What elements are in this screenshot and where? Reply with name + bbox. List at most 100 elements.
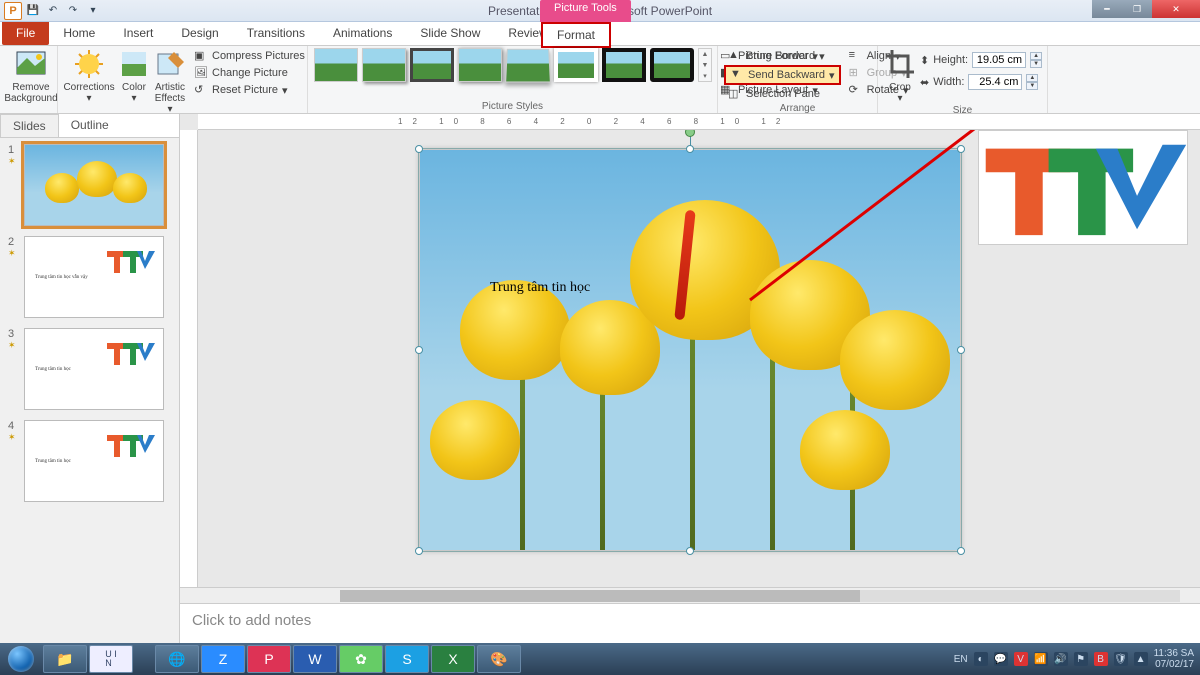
height-row: ⬍ Height: ▲▼ <box>920 52 1042 68</box>
width-icon: ⬌ <box>920 76 929 89</box>
group-adjust: Corrections▾ Color▾ Artistic Effects▾ ▣C… <box>58 46 308 113</box>
taskbar-word[interactable]: W <box>293 645 337 673</box>
taskbar-unikey[interactable]: U IN <box>89 645 133 673</box>
tab-file[interactable]: File <box>2 22 49 45</box>
save-icon[interactable]: 💾 <box>24 2 42 20</box>
reset-picture-button[interactable]: ↺Reset Picture▾ <box>190 82 309 98</box>
redo-icon[interactable]: ↷ <box>64 2 82 20</box>
bring-forward-icon: ▲ <box>728 49 742 63</box>
tray-icon[interactable]: B <box>1094 652 1108 666</box>
animation-star-icon: ✶ <box>8 340 18 351</box>
height-spinner[interactable]: ▲▼ <box>1030 52 1042 68</box>
taskbar-paint[interactable]: 🎨 <box>477 645 521 673</box>
width-input[interactable] <box>968 74 1022 90</box>
outline-tab[interactable]: Outline <box>59 114 121 137</box>
ribbon: Remove Background Corrections▾ Color▾ Ar… <box>0 46 1200 114</box>
height-input[interactable] <box>972 52 1026 68</box>
taskbar-skype[interactable]: S <box>385 645 429 673</box>
crop-icon <box>884 48 916 80</box>
tab-home[interactable]: Home <box>49 22 109 45</box>
change-picture-button[interactable]: 🖼Change Picture <box>190 65 309 81</box>
size-inputs: ⬍ Height: ▲▼ ⬌ Width: ▲▼ <box>920 48 1042 90</box>
powerpoint-icon[interactable]: P <box>4 2 22 20</box>
main-area: Slides Outline 1✶ 2✶ Trung tâm tin học <box>0 114 1200 643</box>
thumbnail-row: 1✶ <box>8 144 171 226</box>
qat-more-icon[interactable]: ▾ <box>84 2 102 20</box>
style-preset[interactable] <box>314 48 358 82</box>
thumbnail-list: 1✶ 2✶ Trung tâm tin học vẫn vậy 3✶ <box>0 138 179 643</box>
tray-language[interactable]: EN <box>954 654 968 665</box>
tray-icon[interactable]: 📶 <box>1034 652 1048 666</box>
remove-background-button[interactable]: Remove Background <box>6 48 56 104</box>
slide-thumbnail[interactable]: Trung tâm tin học vẫn vậy <box>24 236 164 318</box>
taskbar-powerpoint[interactable]: P <box>247 645 291 673</box>
style-preset[interactable] <box>458 48 502 82</box>
color-button[interactable]: Color▾ <box>118 48 150 104</box>
start-button[interactable] <box>0 643 42 675</box>
taskbar-zalo[interactable]: Z <box>201 645 245 673</box>
minimize-button[interactable]: ━ <box>1092 0 1122 18</box>
artistic-effects-button[interactable]: Artistic Effects▾ <box>154 48 186 115</box>
tray-icon[interactable]: ◐ <box>974 652 988 666</box>
taskbar-explorer[interactable]: 📁 <box>43 645 87 673</box>
style-preset[interactable] <box>505 49 551 83</box>
taskbar-coccoc[interactable]: ✿ <box>339 645 383 673</box>
style-gallery-more[interactable]: ▲▼▾ <box>698 48 712 82</box>
crop-button[interactable]: Crop▾ <box>884 48 916 104</box>
tab-animations[interactable]: Animations <box>319 22 406 45</box>
group-arrange: ▲Bring Forward▾ ▼Send Backward▾ ◫Selecti… <box>718 46 878 113</box>
tray-icon[interactable]: 🛡 <box>1114 652 1128 666</box>
send-backward-icon: ▼ <box>730 68 744 82</box>
tray-icon[interactable]: 💬 <box>994 652 1008 666</box>
quick-access-toolbar: P 💾 ↶ ↷ ▾ <box>0 2 102 20</box>
selection-pane-icon: ◫ <box>728 87 742 101</box>
slide-text-box[interactable]: Trung tâm tin học <box>490 280 590 296</box>
adjust-small-buttons: ▣Compress Pictures 🖼Change Picture ↺Rese… <box>190 48 309 98</box>
canvas[interactable]: Trung tâm tin học <box>180 130 1200 587</box>
send-backward-button[interactable]: ▼Send Backward▾ <box>724 65 841 85</box>
slide-thumbnail[interactable]: Trung tâm tin học <box>24 328 164 410</box>
bring-forward-button[interactable]: ▲Bring Forward▾ <box>724 48 841 64</box>
selection-pane-button[interactable]: ◫Selection Pane <box>724 86 841 102</box>
reset-picture-icon: ↺ <box>194 83 208 97</box>
notes-pane[interactable]: Click to add notes <box>180 603 1200 643</box>
compress-pictures-button[interactable]: ▣Compress Pictures <box>190 48 309 64</box>
system-tray: EN ◐ 💬 V 📶 🔊 ⚑ B 🛡 ▲ 11:36 SA 07/02/17 <box>954 648 1200 670</box>
tray-icon[interactable]: V <box>1014 652 1028 666</box>
maximize-button[interactable]: ❐ <box>1122 0 1152 18</box>
corrections-button[interactable]: Corrections▾ <box>64 48 114 104</box>
horizontal-scrollbar[interactable] <box>180 587 1200 603</box>
tab-transitions[interactable]: Transitions <box>233 22 319 45</box>
group-picture-styles: ▲▼▾ ▭Picture Border▾ ◧Picture Effects▾ ▦… <box>308 46 718 113</box>
thumbnail-row: 4✶ Trung tâm tin học <box>8 420 171 502</box>
style-preset[interactable] <box>650 48 694 82</box>
style-preset[interactable] <box>362 48 406 82</box>
tray-icon[interactable]: ⚑ <box>1074 652 1088 666</box>
slide-thumbnail[interactable]: Trung tâm tin học <box>24 420 164 502</box>
width-spinner[interactable]: ▲▼ <box>1026 74 1038 90</box>
tab-design[interactable]: Design <box>167 22 232 45</box>
slide-editor: 12 10 8 6 4 2 0 2 4 6 8 10 12 <box>180 114 1200 643</box>
tab-format[interactable]: Format <box>541 22 611 48</box>
taskbar-chrome[interactable]: 🌐 <box>155 645 199 673</box>
undo-icon[interactable]: ↶ <box>44 2 62 20</box>
taskbar-excel[interactable]: X <box>431 645 475 673</box>
tray-clock[interactable]: 11:36 SA 07/02/17 <box>1154 648 1194 670</box>
tulip-picture[interactable] <box>420 150 960 550</box>
tab-slideshow[interactable]: Slide Show <box>406 22 494 45</box>
tray-icon[interactable]: ▲ <box>1134 652 1148 666</box>
mini-text: Trung tâm tin học vẫn vậy <box>35 275 88 280</box>
slide-surface[interactable]: Trung tâm tin học <box>420 150 960 550</box>
rotation-handle[interactable] <box>685 130 695 137</box>
style-preset[interactable] <box>410 48 454 82</box>
slides-tab[interactable]: Slides <box>0 114 59 137</box>
tab-insert[interactable]: Insert <box>109 22 167 45</box>
slides-panel: Slides Outline 1✶ 2✶ Trung tâm tin học <box>0 114 180 643</box>
animation-star-icon: ✶ <box>8 156 18 167</box>
width-row: ⬌ Width: ▲▼ <box>920 74 1042 90</box>
style-preset[interactable] <box>554 48 598 82</box>
style-preset[interactable] <box>602 48 646 82</box>
slide-thumbnail[interactable] <box>24 144 164 226</box>
close-button[interactable]: ✕ <box>1152 0 1200 18</box>
tray-volume-icon[interactable]: 🔊 <box>1054 652 1068 666</box>
